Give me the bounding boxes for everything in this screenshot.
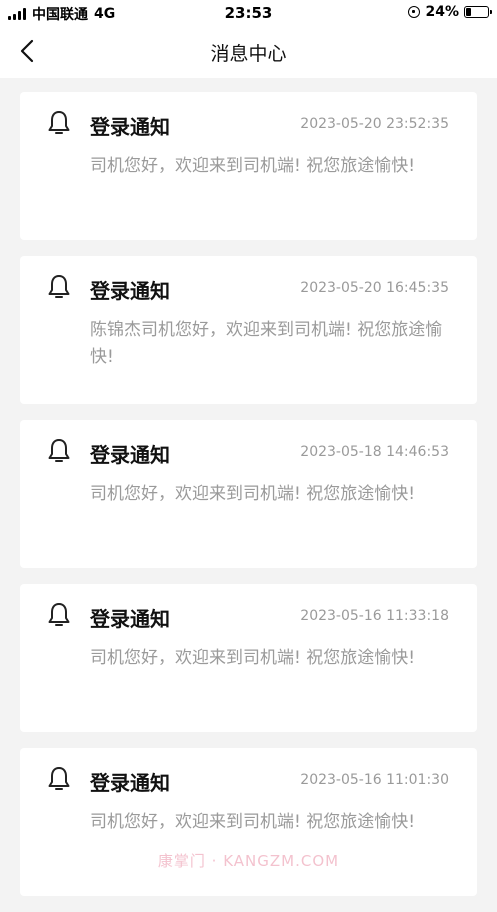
bell-icon xyxy=(48,275,70,298)
bell-icon xyxy=(48,603,70,626)
status-right: 24% xyxy=(408,4,492,20)
page-title: 消息中心 xyxy=(210,42,287,65)
message-time: 2023-05-20 23:52:35 xyxy=(300,116,449,132)
message-title: 登录通知 xyxy=(90,607,170,631)
message-title: 登录通知 xyxy=(90,771,170,795)
message-body: 陈锦杰司机您好，欢迎来到司机端! 祝您旅途愉快! xyxy=(90,320,443,367)
message-body: 司机您好，欢迎来到司机端! 祝您旅途愉快! xyxy=(90,648,416,668)
message-card[interactable]: 登录通知 2023-05-20 23:52:35 司机您好，欢迎来到司机端! 祝… xyxy=(20,92,477,240)
back-button[interactable] xyxy=(14,38,40,64)
message-title: 登录通知 xyxy=(90,115,170,139)
message-body: 司机您好，欢迎来到司机端! 祝您旅途愉快! xyxy=(90,812,416,832)
message-time: 2023-05-18 14:46:53 xyxy=(300,444,449,460)
watermark: 康掌门 · KANGZM.COM xyxy=(157,852,340,870)
battery-icon xyxy=(464,6,492,18)
status-bar: 中国联通 4G 23:53 24% xyxy=(0,0,497,26)
message-body: 司机您好，欢迎来到司机端! 祝您旅途愉快! xyxy=(90,484,416,504)
message-list: 登录通知 2023-05-20 23:52:35 司机您好，欢迎来到司机端! 祝… xyxy=(20,92,477,912)
bell-icon xyxy=(48,111,70,134)
message-card[interactable]: 登录通知 2023-05-20 16:45:35 陈锦杰司机您好，欢迎来到司机端… xyxy=(20,256,477,404)
message-card[interactable]: 登录通知 2023-05-16 11:33:18 司机您好，欢迎来到司机端! 祝… xyxy=(20,584,477,732)
bell-icon xyxy=(48,767,70,790)
message-time: 2023-05-20 16:45:35 xyxy=(300,280,449,296)
message-title: 登录通知 xyxy=(90,443,170,467)
battery-percent: 24% xyxy=(425,4,459,20)
rotation-lock-icon xyxy=(408,6,421,18)
message-title: 登录通知 xyxy=(90,279,170,303)
message-card[interactable]: 登录通知 2023-05-18 14:46:53 司机您好，欢迎来到司机端! 祝… xyxy=(20,420,477,568)
message-time: 2023-05-16 11:01:30 xyxy=(300,772,449,788)
bell-icon xyxy=(48,439,70,462)
chevron-left-icon xyxy=(20,39,34,63)
message-body: 司机您好，欢迎来到司机端! 祝您旅途愉快! xyxy=(90,156,416,176)
message-time: 2023-05-16 11:33:18 xyxy=(300,608,449,624)
nav-bar: 消息中心 xyxy=(0,26,497,78)
message-card[interactable]: 登录通知 2023-05-16 11:01:30 司机您好，欢迎来到司机端! 祝… xyxy=(20,748,477,896)
